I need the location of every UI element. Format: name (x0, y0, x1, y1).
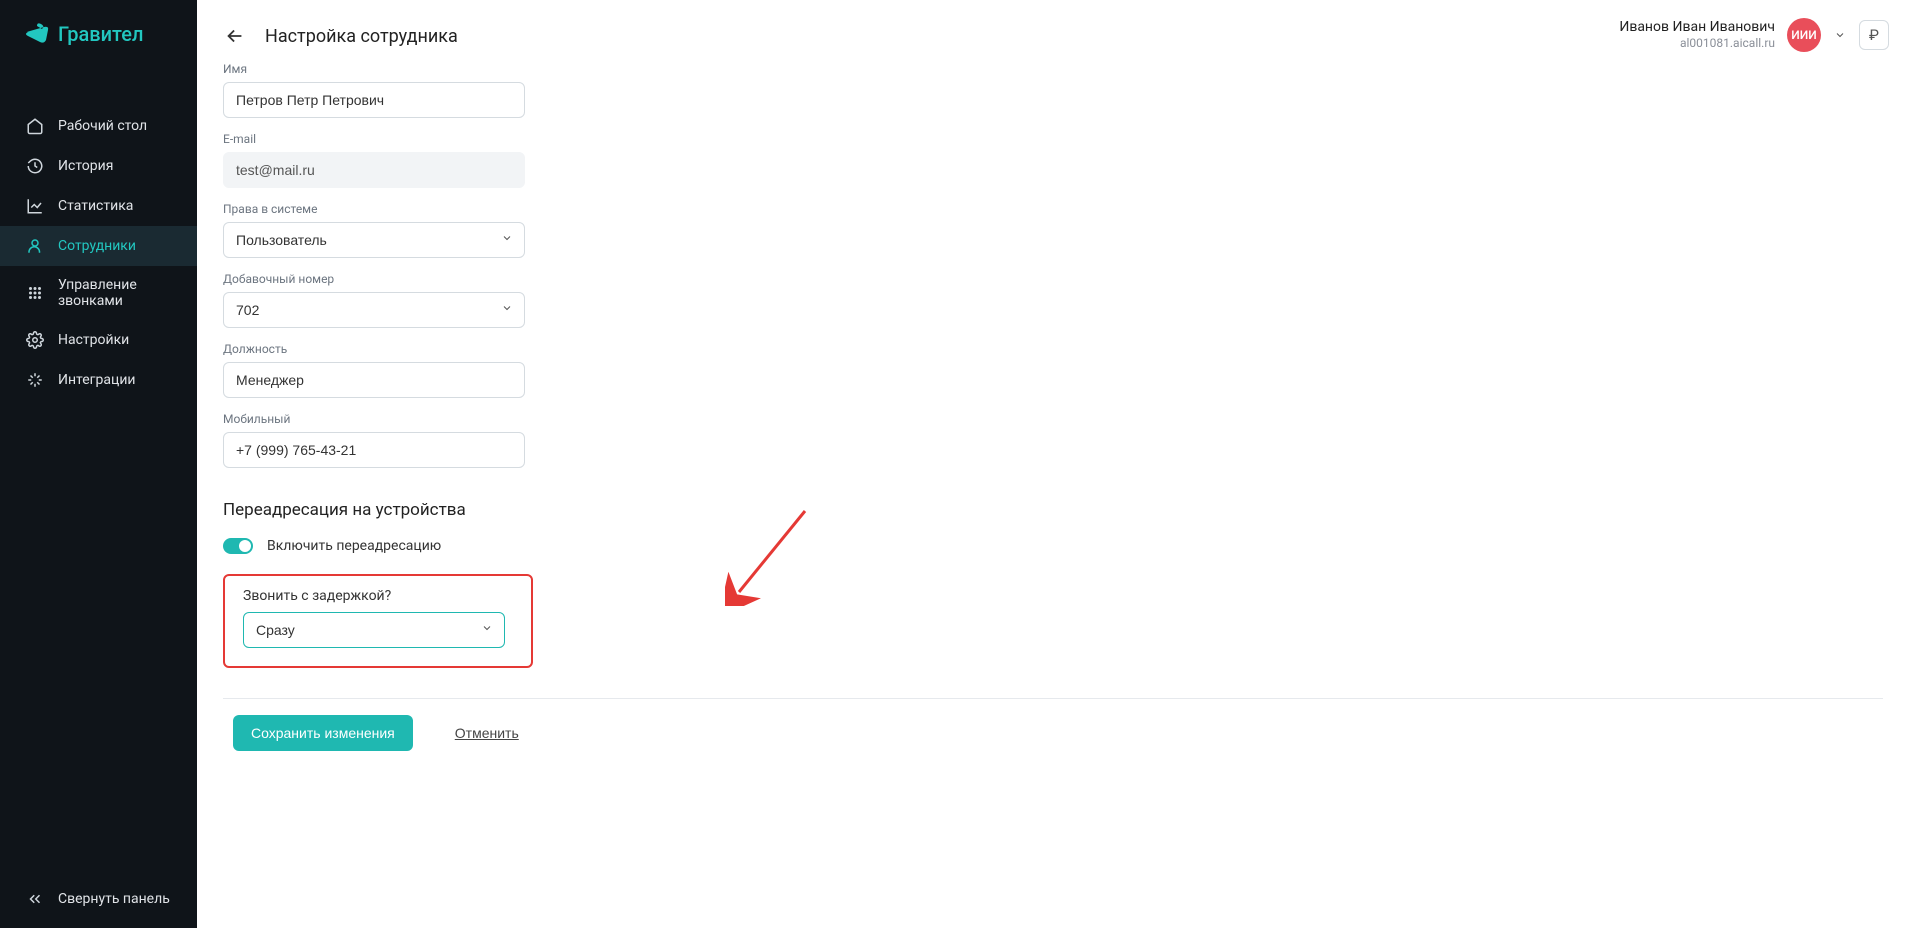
collapse-label: Свернуть панель (58, 891, 170, 907)
toggle-row: Включить переадресацию (223, 538, 783, 554)
user-icon (26, 237, 44, 255)
toggle-label: Включить переадресацию (267, 538, 441, 554)
save-button[interactable]: Сохранить изменения (233, 715, 413, 751)
logo: Гравител (0, 0, 197, 66)
ext-select[interactable]: 702 (223, 292, 525, 328)
sidebar-item-call-mgmt[interactable]: Управление звонками (0, 266, 197, 320)
main: Иванов Иван Иванович al001081.aicall.ru … (197, 0, 1909, 928)
sidebar-item-label: Рабочий стол (58, 118, 147, 134)
redirect-section-title: Переадресация на устройства (223, 500, 783, 520)
home-icon (26, 117, 44, 135)
label-name: Имя (223, 62, 783, 76)
employee-form: Имя E-mail Права в системе Пользователь (223, 62, 783, 668)
chart-icon (26, 197, 44, 215)
sidebar-item-label: Интеграции (58, 372, 136, 388)
sidebar: Гравител Рабочий стол История Статистика… (0, 0, 197, 928)
dialpad-icon (26, 284, 44, 302)
gear-icon (26, 331, 44, 349)
sidebar-item-desktop[interactable]: Рабочий стол (0, 106, 197, 146)
sidebar-item-label: Сотрудники (58, 238, 136, 254)
sidebar-item-settings[interactable]: Настройки (0, 320, 197, 360)
label-mobile: Мобильный (223, 412, 783, 426)
content: Настройка сотрудника Имя E-mail Права в … (197, 0, 1909, 928)
sidebar-item-label: Управление звонками (58, 277, 171, 309)
sidebar-item-history[interactable]: История (0, 146, 197, 186)
logo-icon (24, 22, 50, 46)
position-input[interactable] (223, 362, 525, 398)
sidebar-item-employees[interactable]: Сотрудники (0, 226, 197, 266)
mobile-input[interactable] (223, 432, 525, 468)
field-email: E-mail (223, 132, 783, 188)
sidebar-item-statistics[interactable]: Статистика (0, 186, 197, 226)
nav: Рабочий стол История Статистика Сотрудни… (0, 106, 197, 876)
collapse-panel-button[interactable]: Свернуть панель (0, 876, 197, 928)
sidebar-item-label: Настройки (58, 332, 129, 348)
form-footer: Сохранить изменения Отменить (223, 698, 1883, 771)
delay-highlight-box: Звонить с задержкой? Сразу (223, 574, 533, 668)
rights-select[interactable]: Пользователь (223, 222, 525, 258)
label-ext: Добавочный номер (223, 272, 783, 286)
field-position: Должность (223, 342, 783, 398)
field-ext: Добавочный номер 702 (223, 272, 783, 328)
back-button[interactable] (223, 24, 247, 48)
sparkle-icon (26, 371, 44, 389)
sidebar-item-integrations[interactable]: Интеграции (0, 360, 197, 400)
page-header: Настройка сотрудника (223, 24, 1883, 48)
enable-redirect-toggle[interactable] (223, 538, 253, 554)
delay-select[interactable]: Сразу (243, 612, 505, 648)
label-position: Должность (223, 342, 783, 356)
label-delay: Звонить с задержкой? (243, 588, 513, 604)
sidebar-item-label: История (58, 158, 113, 174)
page-title: Настройка сотрудника (265, 26, 458, 47)
field-rights: Права в системе Пользователь (223, 202, 783, 258)
logo-text: Гравител (58, 22, 143, 46)
label-email: E-mail (223, 132, 783, 146)
label-rights: Права в системе (223, 202, 783, 216)
field-mobile: Мобильный (223, 412, 783, 468)
name-input[interactable] (223, 82, 525, 118)
field-name: Имя (223, 62, 783, 118)
cancel-button[interactable]: Отменить (455, 725, 519, 741)
email-input (223, 152, 525, 188)
history-icon (26, 157, 44, 175)
collapse-icon (26, 890, 44, 908)
sidebar-item-label: Статистика (58, 198, 133, 214)
